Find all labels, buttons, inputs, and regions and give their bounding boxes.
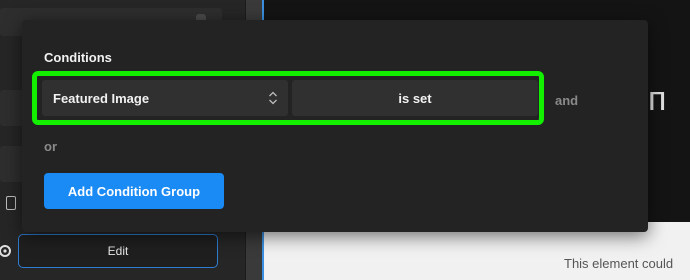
condition-field-select[interactable]: Featured Image [42, 80, 288, 116]
conditions-popover: Conditions Featured Image is set and or … [22, 20, 648, 232]
element-toolbar: Edit [0, 234, 245, 270]
add-condition-group-button[interactable]: Add Condition Group [44, 173, 224, 209]
edit-button[interactable]: Edit [18, 234, 218, 268]
gear-icon[interactable] [0, 244, 12, 258]
condition-operator-select[interactable]: is set [292, 80, 538, 116]
mobile-device-icon[interactable] [6, 196, 16, 210]
or-connector-button[interactable]: or [44, 139, 57, 154]
canvas-notice-text: This element could [564, 256, 674, 271]
condition-operator-value: is set [398, 90, 432, 106]
and-connector-button[interactable]: and [555, 93, 578, 108]
popover-title: Conditions [44, 50, 112, 65]
chevron-up-down-icon [269, 91, 277, 105]
condition-field-value: Featured Image [53, 90, 150, 106]
